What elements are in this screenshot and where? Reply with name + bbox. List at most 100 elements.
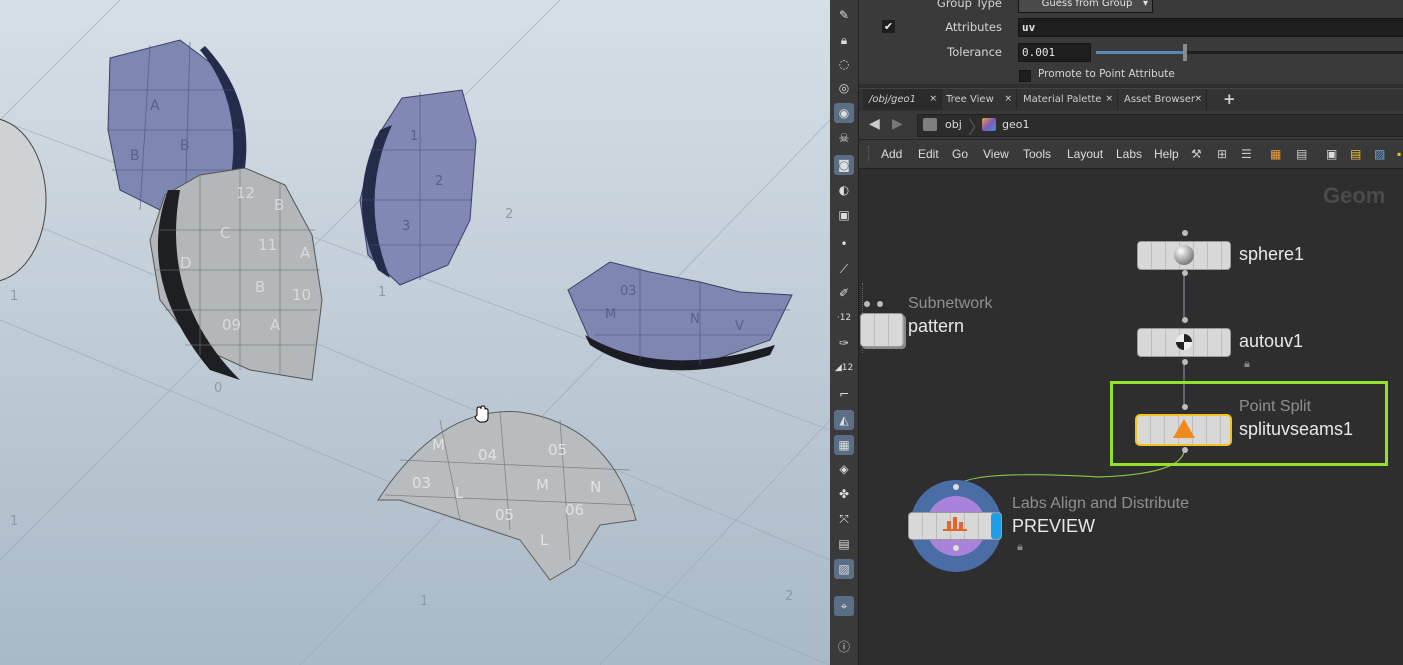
image-icon[interactable]: ▨ [834, 559, 854, 579]
input-connector[interactable] [1182, 230, 1188, 236]
labs-node-bar[interactable] [908, 512, 1002, 540]
camera-menu-icon[interactable]: ▣ [834, 205, 854, 225]
group-type-dropdown[interactable]: Guess from Group ▾ [1018, 0, 1153, 13]
tab-label: /obj/geo1 [869, 94, 916, 105]
lock-icon[interactable]: 🔒︎ [1017, 540, 1023, 554]
snap-icon[interactable]: ◎ [834, 78, 854, 98]
uv-label: L [455, 484, 464, 502]
edge-icon[interactable]: ⌐ [834, 384, 854, 404]
grid-view-icon[interactable]: ▤ [1296, 147, 1307, 161]
list-icon[interactable]: ☰ [1241, 147, 1252, 161]
uv-piece-middle-blue[interactable]: 1 2 3 [359, 89, 477, 286]
input-connector[interactable] [864, 301, 870, 307]
tree-layout-icon[interactable]: ⊞ [1217, 147, 1227, 161]
menu-tools[interactable]: Tools [1023, 147, 1051, 161]
menu-edit[interactable]: Edit [918, 147, 939, 161]
display-lights-icon[interactable]: ◉ [834, 103, 854, 123]
shaded-icon[interactable]: ◭ [834, 410, 854, 430]
back-arrow-icon[interactable]: ◀ [869, 116, 880, 132]
point-icon[interactable]: • [834, 234, 854, 254]
checker-icon[interactable]: ▦ [834, 435, 854, 455]
point-numbers-icon[interactable]: ·12 [834, 308, 854, 328]
color-palette-icon[interactable]: ▦ [1270, 147, 1281, 161]
tab-tree-view[interactable]: Tree View × [940, 89, 1017, 110]
texture-icon[interactable]: ✤ [834, 484, 854, 504]
uv-label: N [590, 478, 601, 496]
tab-asset-browser[interactable]: Asset Browser × [1118, 89, 1207, 110]
wrench-icon[interactable]: ⚒ [1191, 147, 1202, 161]
visibility-icon[interactable]: ◐ [834, 180, 854, 200]
transform-icon[interactable]: ⤧ [834, 509, 854, 529]
close-icon[interactable]: × [1004, 89, 1012, 110]
lock-icon[interactable]: 🔒︎ [1244, 357, 1250, 371]
tab-material-palette[interactable]: Material Palette × [1017, 89, 1118, 110]
sticky-note-icon[interactable]: ▤ [1350, 147, 1361, 161]
tab-network[interactable]: /obj/geo1 × [863, 89, 942, 110]
input-connector[interactable] [877, 301, 883, 307]
close-icon[interactable]: × [1194, 89, 1202, 110]
menu-help[interactable]: Help [1154, 147, 1179, 161]
path-obj[interactable]: obj [945, 118, 962, 131]
uv-label: L [540, 531, 549, 549]
uv-label: 05 [495, 506, 514, 524]
prim-numbers-icon[interactable]: ◢12 [834, 358, 854, 378]
uv-label: 10 [292, 286, 311, 304]
pen-icon[interactable]: ✐ [834, 283, 854, 303]
add-tab-button[interactable]: + [1217, 89, 1239, 110]
tolerance-field[interactable]: 0.001 [1018, 43, 1091, 62]
select-mode-icon[interactable]: ✎ [834, 5, 854, 25]
attributes-field[interactable]: uv [1018, 18, 1403, 37]
wireframe-icon[interactable]: ◈ [834, 459, 854, 479]
paint-icon[interactable]: ✑ [834, 333, 854, 353]
more-icon[interactable]: ▪ [1397, 147, 1401, 161]
info-icon[interactable]: ⓘ [834, 637, 854, 657]
node-autouv1[interactable] [1137, 328, 1231, 357]
uv-piece-grey-dome[interactable]: M 04 05 03 L M 05 06 N L [377, 411, 637, 581]
input-connector[interactable] [953, 484, 959, 490]
node-sphere1[interactable] [1137, 241, 1231, 270]
background-icon[interactable]: ▤ [834, 534, 854, 554]
uv-piece-grey-hemisphere[interactable]: 12 B A 10 C D 11 B 09 A [149, 167, 323, 381]
uv-label: B [130, 148, 140, 164]
node-pattern[interactable] [860, 313, 904, 347]
uv-label: M [536, 476, 549, 494]
output-connector[interactable] [1182, 447, 1188, 453]
network-editor[interactable]: Geom sphere1 autouv1 🔒︎ Point Split spli… [859, 169, 1403, 665]
path-geo[interactable]: geo1 [1002, 118, 1029, 131]
uv-label: 03 [620, 284, 637, 299]
input-connector[interactable] [1182, 404, 1188, 410]
grid-label: 2 [785, 589, 793, 604]
menu-view[interactable]: View [983, 147, 1009, 161]
tab-label: Tree View [946, 94, 994, 105]
camera-icon[interactable]: ◙ [834, 155, 854, 175]
promote-checkbox[interactable] [1019, 70, 1031, 82]
output-connector[interactable] [1182, 270, 1188, 276]
sphere-fragment-left[interactable] [0, 118, 47, 282]
viewport-scene: 1 0 1 1 2 1 2 A B B 12 B A 10 C D 11 B 0… [0, 0, 830, 665]
close-icon[interactable]: × [929, 89, 937, 110]
output-connector[interactable] [953, 545, 959, 551]
brush-icon[interactable]: ⟋ [834, 259, 854, 279]
drag-handle[interactable] [868, 146, 872, 162]
close-icon[interactable]: × [1105, 89, 1113, 110]
ghost-icon[interactable]: ◌ [834, 54, 854, 74]
scene-viewport[interactable]: 1 0 1 1 2 1 2 A B B 12 B A 10 C D 11 B 0… [0, 0, 830, 665]
forward-arrow-icon[interactable]: ▶ [892, 116, 903, 132]
image-icon[interactable]: ▨ [1374, 147, 1385, 161]
input-connector[interactable] [1182, 317, 1188, 323]
output-connector[interactable] [1182, 359, 1188, 365]
menu-add[interactable]: Add [881, 147, 902, 161]
uv-piece-bowl-blue[interactable]: 03 M N V [567, 261, 793, 371]
menu-labs[interactable]: Labs [1116, 147, 1142, 161]
tolerance-slider-handle[interactable] [1183, 44, 1188, 61]
uv-label: B [255, 278, 265, 296]
skull-icon[interactable]: ☠ [834, 128, 854, 148]
lock-icon[interactable]: 🔒︎ [834, 30, 854, 50]
menu-go[interactable]: Go [952, 147, 968, 161]
parameter-icon[interactable]: ▣ [1326, 147, 1337, 161]
node-splituvseams1[interactable] [1135, 414, 1232, 446]
location-icon[interactable]: ⌖ [834, 596, 854, 616]
menu-layout[interactable]: Layout [1067, 147, 1103, 161]
display-flag[interactable] [991, 513, 1001, 539]
tolerance-slider[interactable] [1096, 44, 1403, 61]
